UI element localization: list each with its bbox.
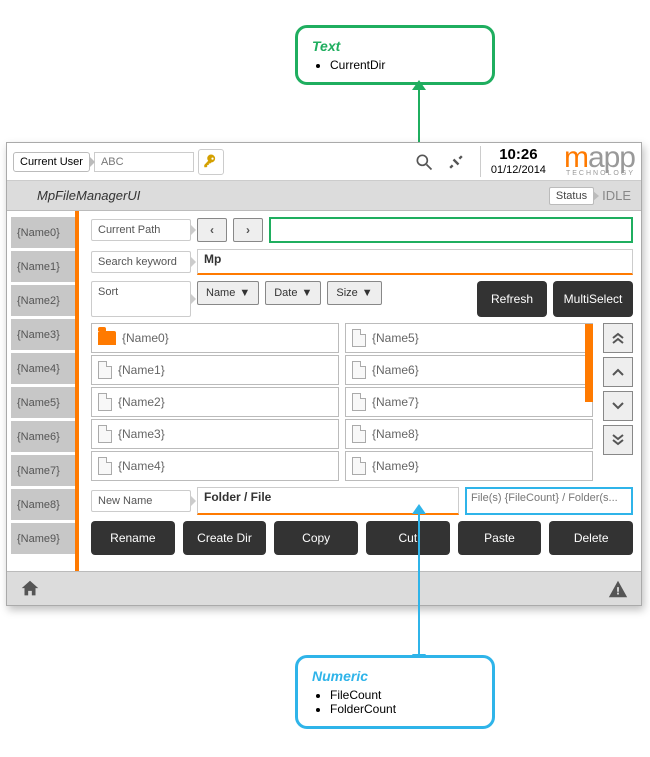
scroll-top-button[interactable] (603, 323, 633, 353)
cut-button[interactable]: Cut (366, 521, 450, 555)
file-item[interactable]: {Name3} (91, 419, 339, 449)
page-title: MpFileManagerUI (37, 188, 140, 203)
key-icon (202, 153, 220, 171)
file-item[interactable]: {Name5} (345, 323, 593, 353)
login-key-button[interactable] (198, 149, 224, 175)
sidebar-tab[interactable]: {Name1} (11, 251, 75, 283)
header-bar: Current User ABC 10:26 01/12/2014 mapp T… (7, 143, 641, 181)
title-bar: MpFileManagerUI Status IDLE (7, 181, 641, 211)
settings-button[interactable] (442, 148, 470, 176)
footer-bar (7, 571, 641, 605)
sort-size-button[interactable]: Size▼ (327, 281, 381, 305)
callout-text-item: CurrentDir (330, 58, 478, 72)
alert-button[interactable] (607, 578, 629, 600)
file-grid: {Name0} {Name1} {Name2} {Name3} {Name4} … (91, 323, 633, 481)
action-bar: Rename Create Dir Copy Cut Paste Delete (91, 521, 633, 555)
sidebar-tab[interactable]: {Name6} (11, 421, 75, 453)
file-item[interactable]: {Name6} (345, 355, 593, 385)
search-icon (414, 152, 434, 172)
rename-button[interactable]: Rename (91, 521, 175, 555)
home-icon (19, 578, 41, 600)
callout-numeric-item: FolderCount (330, 702, 478, 716)
file-icon (352, 393, 366, 411)
delete-button[interactable]: Delete (549, 521, 633, 555)
file-item[interactable]: {Name4} (91, 451, 339, 481)
logo: mapp TECHNOLOGY (556, 146, 635, 177)
user-name-field[interactable]: ABC (94, 152, 194, 172)
folder-icon (98, 331, 116, 345)
sidebar: {Name0} {Name1} {Name2} {Name3} {Name4} … (7, 211, 79, 571)
search-input[interactable]: Mp (197, 249, 633, 275)
status-value: IDLE (602, 188, 631, 203)
file-icon (352, 361, 366, 379)
sidebar-tab[interactable]: {Name4} (11, 353, 75, 385)
up-icon (612, 367, 624, 377)
logo-sub: TECHNOLOGY (556, 170, 635, 177)
paste-button[interactable]: Paste (458, 521, 542, 555)
callout-text-title: Text (312, 38, 478, 54)
time-value: 10:26 (491, 146, 546, 164)
sidebar-tab[interactable]: {Name0} (11, 217, 75, 249)
newname-label: New Name (91, 490, 191, 512)
file-item[interactable]: {Name0} (91, 323, 339, 353)
sidebar-tab[interactable]: {Name3} (11, 319, 75, 351)
arrow-line (418, 512, 420, 657)
file-folder-count: File(s) {FileCount} / Folder(s... (465, 487, 633, 515)
scroll-bottom-button[interactable] (603, 425, 633, 455)
file-icon (98, 361, 112, 379)
search-label: Search keyword (91, 251, 191, 273)
status-label: Status (549, 187, 594, 205)
file-item[interactable]: {Name9} (345, 451, 593, 481)
sort-label: Sort (91, 281, 191, 317)
file-item[interactable]: {Name1} (91, 355, 339, 385)
chevron-down-icon: ▼ (362, 287, 373, 299)
search-button[interactable] (410, 148, 438, 176)
file-icon (352, 329, 366, 347)
home-button[interactable] (19, 578, 41, 600)
path-back-button[interactable]: ‹ (197, 218, 227, 242)
double-down-icon (612, 434, 624, 446)
sort-date-button[interactable]: Date▼ (265, 281, 321, 305)
copy-button[interactable]: Copy (274, 521, 358, 555)
scroll-up-button[interactable] (603, 357, 633, 387)
callout-numeric-item: FileCount (330, 688, 478, 702)
path-forward-button[interactable]: › (233, 218, 263, 242)
file-icon (98, 425, 112, 443)
scroll-indicator (585, 324, 593, 402)
scroll-controls (603, 323, 633, 481)
sidebar-tab[interactable]: {Name2} (11, 285, 75, 317)
sidebar-tab[interactable]: {Name8} (11, 489, 75, 521)
file-icon (98, 457, 112, 475)
callout-numeric: Numeric FileCount FolderCount (295, 655, 495, 729)
clock: 10:26 01/12/2014 (480, 146, 546, 177)
scroll-down-button[interactable] (603, 391, 633, 421)
sidebar-tab[interactable]: {Name7} (11, 455, 75, 487)
app-window: Current User ABC 10:26 01/12/2014 mapp T… (6, 142, 642, 606)
createdir-button[interactable]: Create Dir (183, 521, 267, 555)
multiselect-button[interactable]: MultiSelect (553, 281, 633, 317)
sidebar-tab[interactable]: {Name5} (11, 387, 75, 419)
chevron-down-icon: ▼ (301, 287, 312, 299)
file-item[interactable]: {Name7} (345, 387, 593, 417)
file-icon (352, 425, 366, 443)
callout-numeric-title: Numeric (312, 668, 478, 684)
warning-icon (607, 578, 629, 600)
current-user-label: Current User (13, 152, 90, 172)
current-path-label: Current Path (91, 219, 191, 241)
sort-name-button[interactable]: Name▼ (197, 281, 259, 305)
current-path-field[interactable] (269, 217, 633, 243)
file-icon (352, 457, 366, 475)
file-icon (98, 393, 112, 411)
double-up-icon (612, 332, 624, 344)
file-item[interactable]: {Name8} (345, 419, 593, 449)
refresh-button[interactable]: Refresh (477, 281, 547, 317)
main-content: Current Path ‹ › Search keyword Mp Sort … (79, 211, 641, 571)
date-value: 01/12/2014 (491, 164, 546, 177)
sidebar-tab[interactable]: {Name9} (11, 523, 75, 555)
callout-text: Text CurrentDir (295, 25, 495, 85)
file-item[interactable]: {Name2} (91, 387, 339, 417)
tools-icon (446, 152, 466, 172)
chevron-down-icon: ▼ (239, 287, 250, 299)
down-icon (612, 401, 624, 411)
